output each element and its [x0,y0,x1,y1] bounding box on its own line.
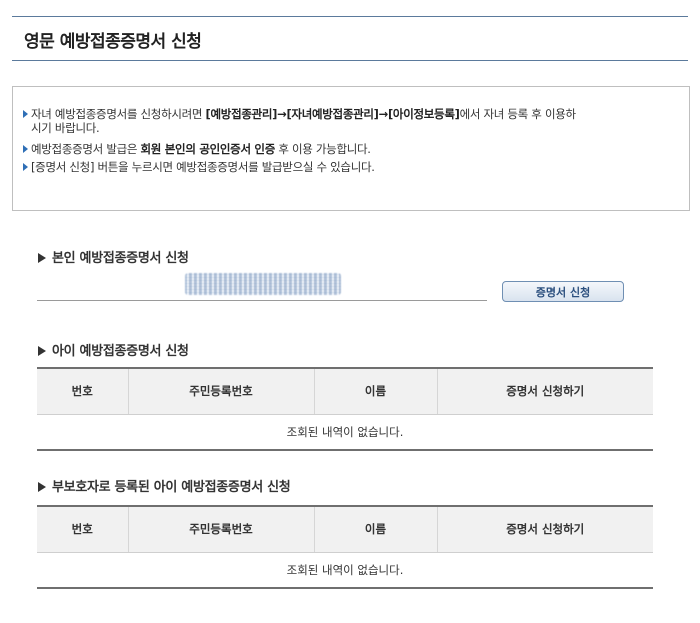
column-header-resident-number: 주민등록번호 [127,505,314,553]
table-header-row: 번호 주민등록번호 이름 증명서 신청하기 [37,367,653,415]
arrow-right-icon [38,346,46,356]
self-section-title: 본인 예방접종증명서 신청 [38,247,189,266]
column-header-name: 이름 [313,505,437,553]
child-certificate-table: 번호 주민등록번호 이름 증명서 신청하기 조회된 내역이 없습니다. [37,367,653,451]
arrow-right-icon [38,253,46,263]
menu-path-text: [예방접종관리]→[자녀예방접종관리]→[아이정보등록] [205,107,460,121]
guardian-child-certificate-table: 번호 주민등록번호 이름 증명서 신청하기 조회된 내역이 없습니다. [37,505,653,589]
column-header-name: 이름 [313,367,437,415]
table-header-row: 번호 주민등록번호 이름 증명서 신청하기 [37,505,653,553]
page-title: 영문 예방접종증명서 신청 [24,32,202,52]
table-row: 조회된 내역이 없습니다. [37,414,653,451]
column-header-request: 증명서 신청하기 [436,367,653,415]
user-info-row [37,269,487,301]
guardian-section-title: 부보호자로 등록된 아이 예방접종증명서 신청 [38,476,291,495]
arrow-right-icon [38,482,46,492]
column-header-resident-number: 주민등록번호 [127,367,314,415]
column-header-number: 번호 [37,505,128,553]
column-header-request: 증명서 신청하기 [436,505,653,553]
notice-item-certificate-auth: 예방접종증명서 발급은 회원 본인의 공인인증서 인증 후 이용 가능합니다. [23,142,583,156]
certificate-request-button[interactable]: 증명서 신청 [502,281,624,302]
notice-item-button-guide: [증명서 신청] 버튼을 누르시면 예방접종증명서를 발급받으실 수 있습니다. [23,160,583,174]
empty-message: 조회된 내역이 없습니다. [37,552,653,589]
notice-item-register-child: 자녀 예방접종증명서를 신청하시려면 [예방접종관리]→[자녀예방접종관리]→[… [23,107,583,135]
bullet-triangle-icon [23,110,28,118]
table-row: 조회된 내역이 없습니다. [37,552,653,589]
auth-requirement-text: 회원 본인의 공인인증서 인증 [140,142,276,156]
bullet-triangle-icon [23,145,28,153]
notice-box: 자녀 예방접종증명서를 신청하시려면 [예방접종관리]→[자녀예방접종관리]→[… [12,86,690,211]
bullet-triangle-icon [23,163,28,171]
empty-message: 조회된 내역이 없습니다. [37,414,653,451]
page-header: 영문 예방접종증명서 신청 [12,16,688,61]
redacted-user-name [185,273,341,295]
child-section-title: 아이 예방접종증명서 신청 [38,340,189,359]
column-header-number: 번호 [37,367,128,415]
